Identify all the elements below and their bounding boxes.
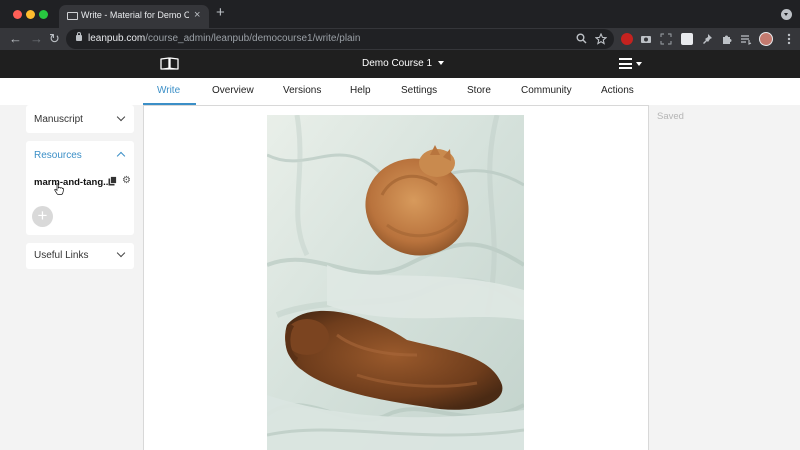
url-path: /course_admin/leanpub/democourse1/write/… xyxy=(145,33,361,44)
url-host: leanpub.com xyxy=(88,33,146,44)
extension-s-icon[interactable] xyxy=(681,33,693,45)
book-favicon-icon xyxy=(67,12,78,20)
browser-tab-strip: Write - Material for Demo Course 1 × + xyxy=(0,0,800,28)
tab-actions[interactable]: Actions xyxy=(601,85,634,96)
tab-close-button[interactable]: × xyxy=(194,9,200,21)
screenshot-extension-icon[interactable] xyxy=(660,33,672,45)
gear-icon[interactable]: ⚙ xyxy=(122,175,131,186)
tab-community[interactable]: Community xyxy=(521,85,572,96)
tab-help[interactable]: Help xyxy=(350,85,371,96)
tab-versions[interactable]: Versions xyxy=(283,85,321,96)
browser-tab[interactable]: Write - Material for Demo Course 1 × xyxy=(59,5,209,28)
url-text[interactable]: leanpub.com/course_admin/leanpub/democou… xyxy=(88,33,360,44)
reload-button[interactable]: ↻ xyxy=(49,30,60,48)
reading-list-icon[interactable] xyxy=(740,33,752,45)
tab-search-icon[interactable] xyxy=(781,9,792,20)
copy-icon[interactable] xyxy=(108,176,117,186)
chevron-down-icon[interactable] xyxy=(116,112,126,122)
editor-area[interactable] xyxy=(143,105,649,450)
course-nav: Write Overview Versions Help Settings St… xyxy=(0,78,800,105)
browser-toolbar: ← → ↻ leanpub.com/course_admin/leanpub/d… xyxy=(0,28,800,50)
browser-menu-icon[interactable] xyxy=(783,33,795,45)
zoom-search-icon[interactable] xyxy=(576,33,587,44)
puzzle-extensions-icon[interactable] xyxy=(721,33,733,45)
manuscript-label: Manuscript xyxy=(34,114,83,125)
tab-store[interactable]: Store xyxy=(467,85,491,96)
tab-write[interactable]: Write xyxy=(157,85,180,96)
cat-and-dog-photo xyxy=(267,115,524,450)
window-zoom-button[interactable] xyxy=(39,10,48,19)
tab-overview[interactable]: Overview xyxy=(212,85,254,96)
manuscript-panel[interactable]: Manuscript xyxy=(26,105,134,133)
tab-settings[interactable]: Settings xyxy=(401,85,437,96)
chevron-down-icon xyxy=(438,61,445,66)
resources-label[interactable]: Resources xyxy=(34,150,82,161)
lock-icon xyxy=(76,32,82,41)
useful-links-label: Useful Links xyxy=(34,250,89,261)
tab-title: Write - Material for Demo Course 1 xyxy=(81,10,189,20)
app-header: Demo Course 1 xyxy=(0,50,800,78)
resource-item[interactable]: marm-and-tang... xyxy=(34,177,111,188)
camera-extension-icon[interactable] xyxy=(640,33,652,45)
save-status: Saved xyxy=(657,111,684,122)
address-bar[interactable]: leanpub.com/course_admin/leanpub/democou… xyxy=(66,29,614,49)
useful-links-panel[interactable]: Useful Links xyxy=(26,243,134,269)
hamburger-menu-icon[interactable] xyxy=(619,58,632,69)
back-button[interactable]: ← xyxy=(9,30,22,48)
add-resource-button[interactable]: + xyxy=(32,206,53,227)
chevron-up-icon[interactable] xyxy=(116,151,126,161)
forward-button[interactable]: → xyxy=(30,30,43,48)
leanpub-book-logo-icon[interactable] xyxy=(160,57,179,70)
window-close-button[interactable] xyxy=(13,10,22,19)
course-selector[interactable]: Demo Course 1 xyxy=(362,58,445,69)
menu-caret-icon[interactable] xyxy=(636,62,642,66)
window-minimize-button[interactable] xyxy=(26,10,35,19)
pin-extension-icon[interactable] xyxy=(701,33,713,45)
new-tab-button[interactable]: + xyxy=(216,5,225,21)
profile-avatar[interactable] xyxy=(759,32,773,46)
resources-panel: Resources marm-and-tang... ⚙ + xyxy=(26,141,134,235)
extension-red-icon[interactable] xyxy=(621,33,633,45)
course-name: Demo Course 1 xyxy=(362,58,433,69)
chevron-down-icon[interactable] xyxy=(116,248,126,258)
pointer-hand-icon xyxy=(54,183,64,195)
bookmark-star-icon[interactable] xyxy=(595,33,607,45)
